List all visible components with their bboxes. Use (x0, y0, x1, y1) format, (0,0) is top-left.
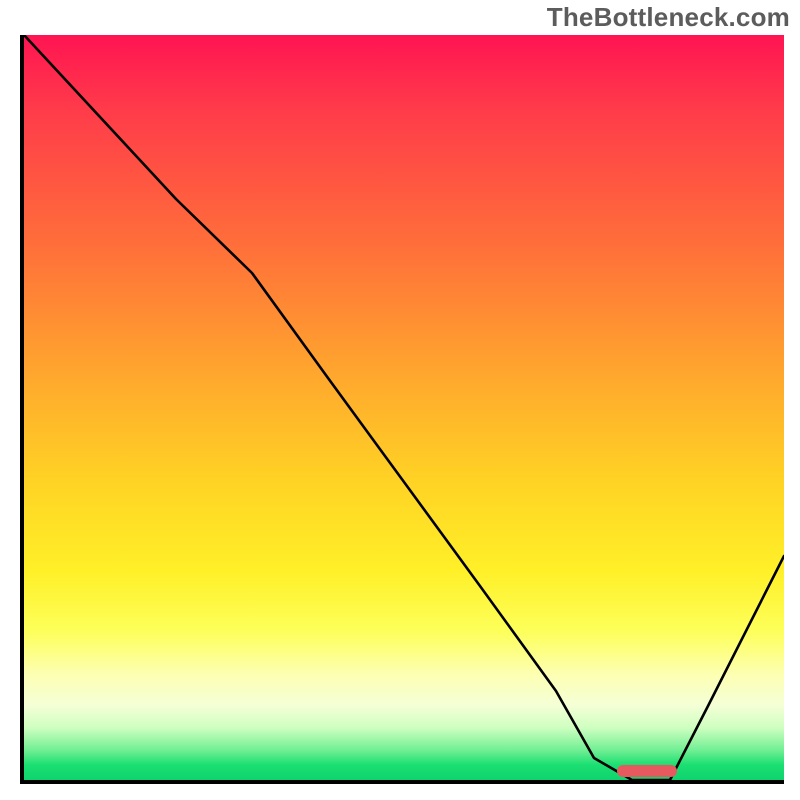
chart-container: TheBottleneck.com (0, 0, 800, 800)
plot-area (20, 35, 784, 784)
bottleneck-curve (24, 35, 784, 780)
watermark-text: TheBottleneck.com (547, 2, 790, 33)
chart-svg (24, 35, 784, 780)
optimum-range-marker (617, 765, 677, 777)
